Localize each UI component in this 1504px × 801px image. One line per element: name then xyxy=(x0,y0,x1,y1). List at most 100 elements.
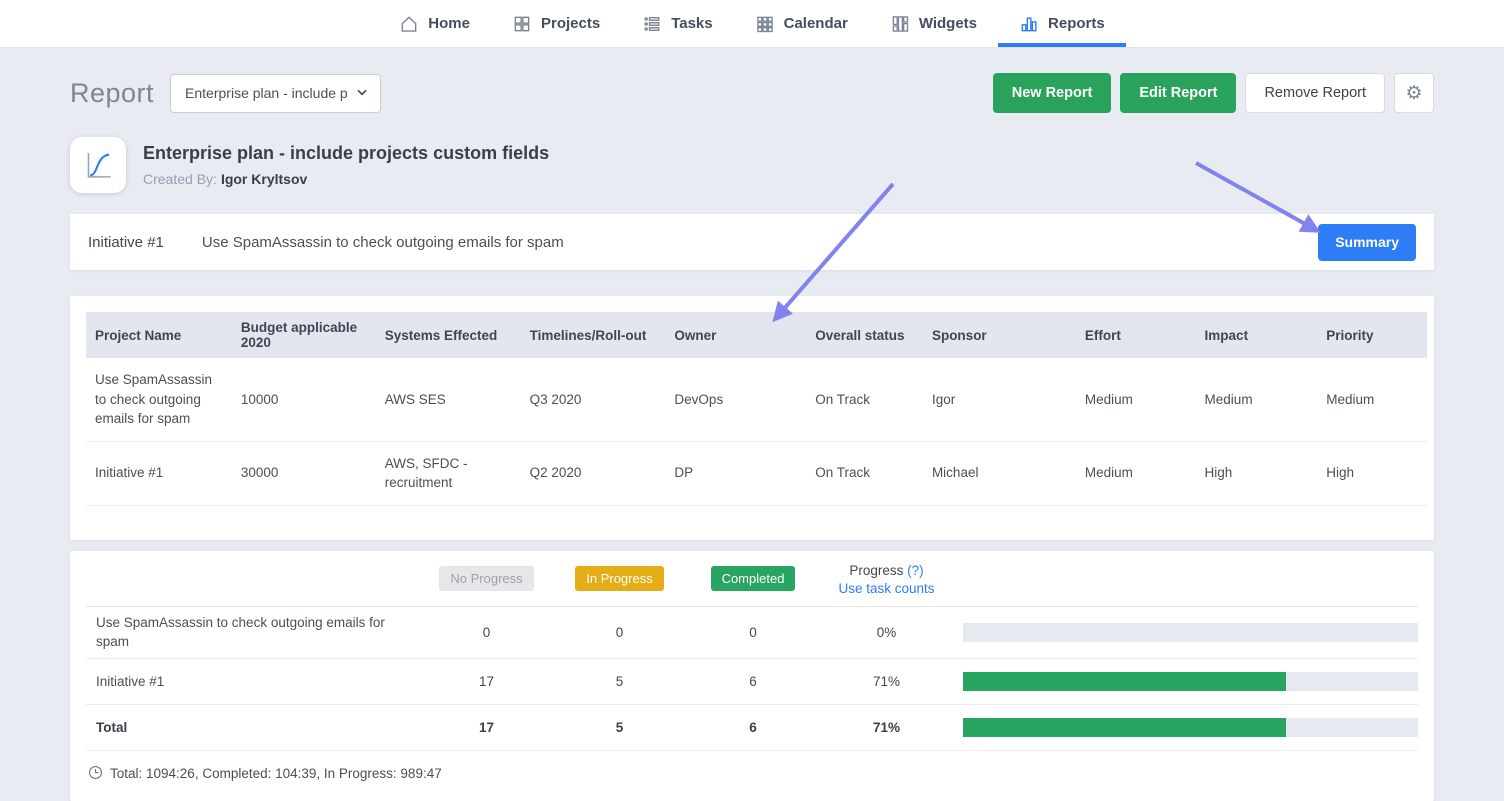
nav-item-reports[interactable]: Reports xyxy=(998,0,1126,47)
in-progress-count: 5 xyxy=(553,674,686,689)
progress-column-label: Progress (?) xyxy=(849,563,923,578)
column-header-budget: Budget applicable 2020 xyxy=(232,312,376,358)
table-cell: High xyxy=(1317,441,1427,505)
time-totals-footer: Total: 1094:26, Completed: 104:39, In Pr… xyxy=(86,751,1418,793)
table-cell: DevOps xyxy=(665,358,806,441)
progress-row-name: Use SpamAssassin to check outgoing email… xyxy=(86,613,420,652)
nav-item-label: Home xyxy=(428,15,470,32)
progress-bar xyxy=(963,718,1418,737)
progress-percent: 0% xyxy=(820,625,953,640)
in-progress-count: 5 xyxy=(553,720,686,735)
report-settings-button[interactable]: ⚙ xyxy=(1394,73,1434,113)
toolbar-actions: New Report Edit Report Remove Report ⚙ xyxy=(993,73,1434,113)
table-cell: Michael xyxy=(923,441,1076,505)
use-task-counts-link[interactable]: Use task counts xyxy=(820,581,953,596)
nav-item-widgets[interactable]: Widgets xyxy=(869,0,998,47)
progress-row: Initiative #1 17 5 6 71% xyxy=(86,659,1418,705)
completed-count: 6 xyxy=(686,720,820,735)
table-cell: On Track xyxy=(806,358,923,441)
no-progress-count: 17 xyxy=(420,674,553,689)
clock-icon xyxy=(88,765,103,783)
table-row: Use SpamAssassin to check outgoing email… xyxy=(86,358,1427,441)
column-header-overall-status: Overall status xyxy=(806,312,923,358)
in-progress-count: 0 xyxy=(553,625,686,640)
table-cell: On Track xyxy=(806,441,923,505)
table-cell: Medium xyxy=(1076,441,1196,505)
report-title: Enterprise plan - include projects custo… xyxy=(143,143,549,164)
tasks-icon xyxy=(642,14,662,34)
in-progress-badge: In Progress xyxy=(575,566,663,591)
report-heading: Enterprise plan - include projects custo… xyxy=(70,137,1434,193)
report-select-dropdown[interactable]: Enterprise plan - include p xyxy=(170,74,381,113)
report-heading-text: Enterprise plan - include projects custo… xyxy=(143,143,549,187)
progress-row-name: Total xyxy=(86,718,420,738)
top-navigation: Home Projects Tasks Calendar Widgets Rep… xyxy=(0,0,1504,48)
projects-table: Project Name Budget applicable 2020 Syst… xyxy=(86,312,1427,506)
initiative-description: Use SpamAssassin to check outgoing email… xyxy=(202,234,564,251)
no-progress-badge: No Progress xyxy=(439,566,533,591)
table-cell: High xyxy=(1196,441,1318,505)
no-progress-count: 17 xyxy=(420,720,553,735)
nav-item-label: Tasks xyxy=(671,15,712,32)
report-select-value: Enterprise plan - include p xyxy=(185,85,348,101)
nav-item-calendar[interactable]: Calendar xyxy=(734,0,869,47)
chevron-down-icon xyxy=(354,84,370,103)
nav-item-label: Projects xyxy=(541,15,600,32)
table-cell: Igor xyxy=(923,358,1076,441)
completed-count: 6 xyxy=(686,674,820,689)
nav-item-tasks[interactable]: Tasks xyxy=(621,0,733,47)
initiative-bar: Initiative #1 Use SpamAssassin to check … xyxy=(70,214,1434,270)
column-header-priority: Priority xyxy=(1317,312,1427,358)
progress-label-text: Progress xyxy=(849,563,903,578)
table-row: Initiative #1 30000 AWS, SFDC - recruitm… xyxy=(86,441,1427,505)
initiative-name: Initiative #1 xyxy=(88,234,164,251)
page-title: Report xyxy=(70,78,154,109)
created-by-name: Igor Kryltsov xyxy=(221,171,307,187)
progress-bar-track xyxy=(963,623,1418,642)
progress-row-name: Initiative #1 xyxy=(86,672,420,692)
table-cell: Q2 2020 xyxy=(521,441,666,505)
nav-item-projects[interactable]: Projects xyxy=(491,0,621,47)
table-cell: AWS SES xyxy=(376,358,521,441)
column-header-effort: Effort xyxy=(1076,312,1196,358)
progress-bar-fill xyxy=(963,718,1286,737)
remove-report-button[interactable]: Remove Report xyxy=(1245,73,1385,113)
completed-badge: Completed xyxy=(711,566,796,591)
progress-row: Use SpamAssassin to check outgoing email… xyxy=(86,607,1418,659)
time-totals-text: Total: 1094:26, Completed: 104:39, In Pr… xyxy=(110,766,442,781)
column-header-timelines: Timelines/Roll-out xyxy=(521,312,666,358)
projects-table-header-row: Project Name Budget applicable 2020 Syst… xyxy=(86,312,1427,358)
calendar-icon xyxy=(755,14,775,34)
table-cell: Medium xyxy=(1076,358,1196,441)
table-cell: Medium xyxy=(1317,358,1427,441)
table-cell: 10000 xyxy=(232,358,376,441)
table-cell: DP xyxy=(665,441,806,505)
column-header-owner: Owner xyxy=(665,312,806,358)
reports-icon xyxy=(1019,14,1039,34)
nav-item-label: Widgets xyxy=(919,15,977,32)
report-toolbar: Report Enterprise plan - include p New R… xyxy=(70,73,1434,113)
progress-bar xyxy=(963,623,1418,642)
progress-help-icon[interactable]: (?) xyxy=(907,563,924,578)
column-header-impact: Impact xyxy=(1196,312,1318,358)
progress-percent: 71% xyxy=(820,720,953,735)
table-cell: AWS, SFDC - recruitment xyxy=(376,441,521,505)
progress-bar-track xyxy=(963,718,1418,737)
report-byline: Created By:Igor Kryltsov xyxy=(143,171,549,187)
projects-icon xyxy=(512,14,532,34)
report-chart-icon xyxy=(70,137,126,193)
progress-bar-track xyxy=(963,672,1418,691)
progress-card: No Progress In Progress Completed Progre… xyxy=(70,551,1434,801)
edit-report-button[interactable]: Edit Report xyxy=(1120,73,1236,113)
nav-item-home[interactable]: Home xyxy=(378,0,491,47)
new-report-button[interactable]: New Report xyxy=(993,73,1112,113)
widgets-icon xyxy=(890,14,910,34)
progress-bar-fill xyxy=(963,672,1286,691)
table-cell: Q3 2020 xyxy=(521,358,666,441)
summary-button[interactable]: Summary xyxy=(1318,224,1416,261)
table-cell: Use SpamAssassin to check outgoing email… xyxy=(86,358,232,441)
nav-item-label: Reports xyxy=(1048,15,1105,32)
column-header-project-name: Project Name xyxy=(86,312,232,358)
column-header-systems: Systems Effected xyxy=(376,312,521,358)
progress-total-row: Total 17 5 6 71% xyxy=(86,705,1418,751)
